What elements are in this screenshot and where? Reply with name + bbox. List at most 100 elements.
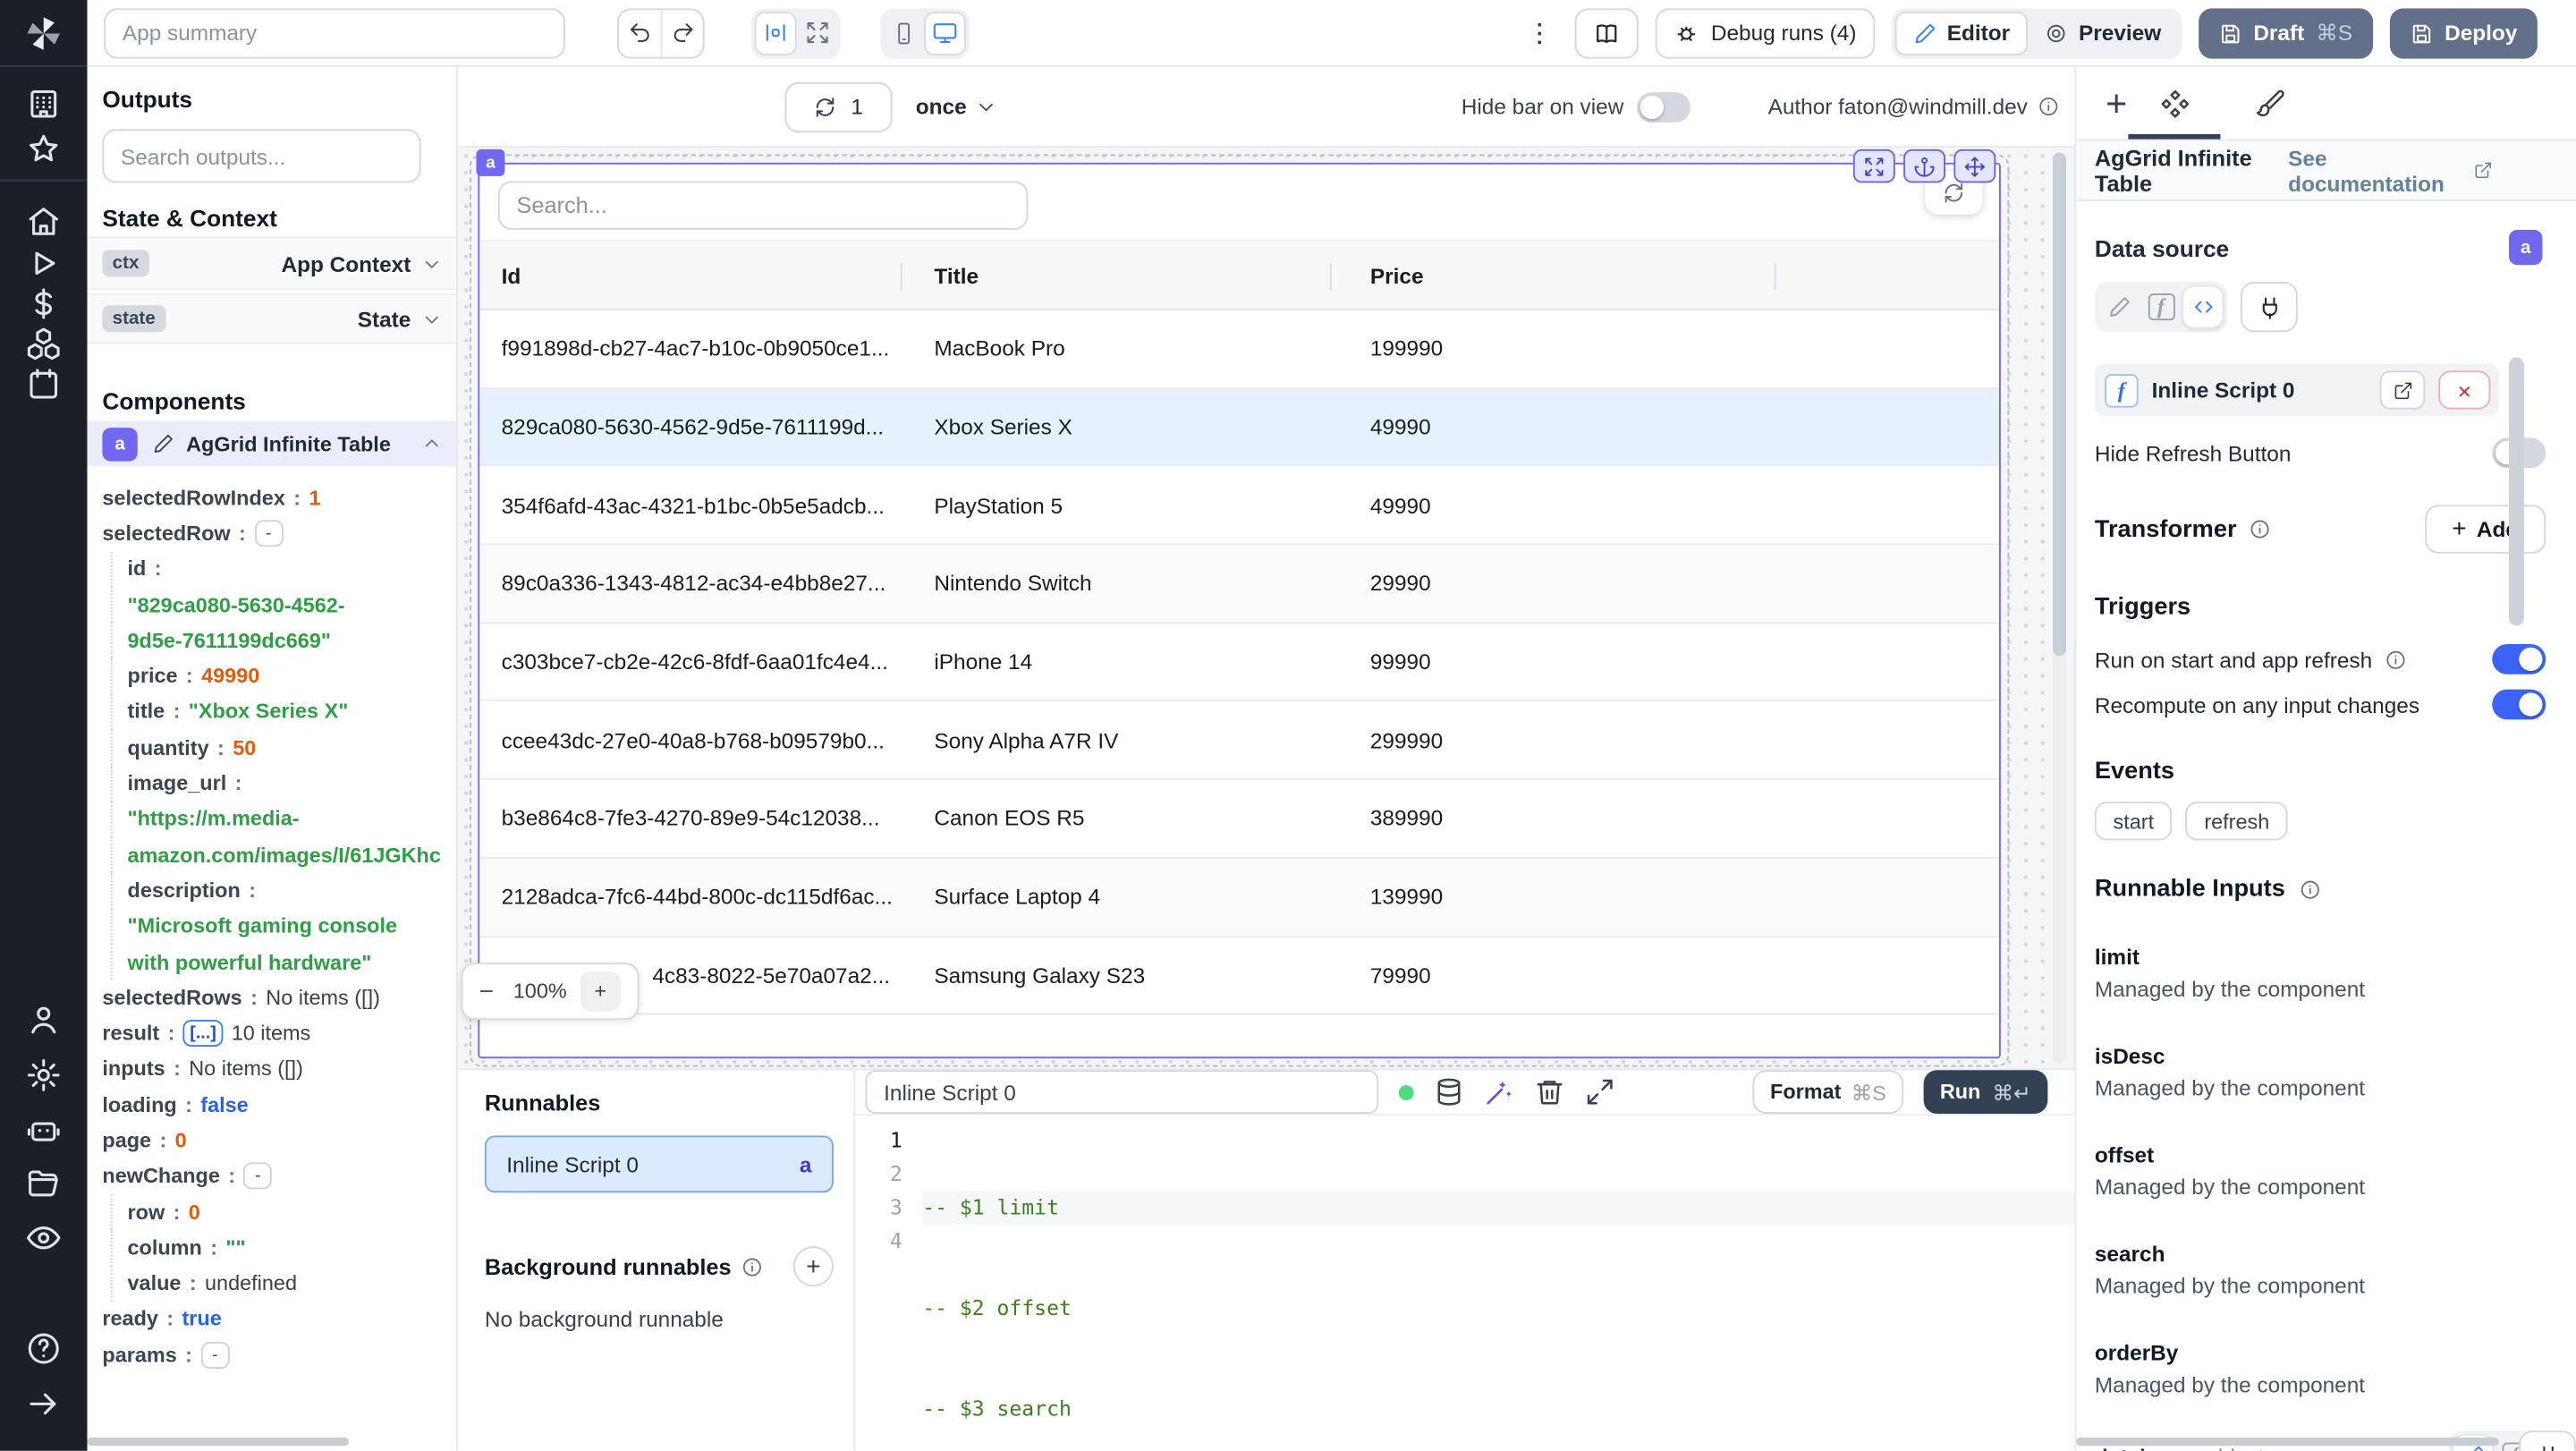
table-row[interactable]: 354f6afd-43ac-4321-b1bc-0b5e5adcb... Pla… [479,466,1999,546]
component-outputs-row[interactable]: a AgGrid Infinite Table [87,420,456,467]
tab-insert-plus[interactable]: + [2083,67,2150,141]
output-prop-row[interactable]: loading : false [102,1087,456,1123]
docs-book-button[interactable] [1575,7,1640,58]
output-prop-row[interactable]: page : 0 [102,1123,456,1158]
info-icon[interactable] [2384,649,2405,670]
output-prop-row[interactable]: selectedRow : - [102,515,456,551]
prop-expand-chip[interactable]: - [254,520,284,547]
deploy-button[interactable]: Deploy [2389,7,2538,58]
prop-expand-chip[interactable]: - [200,1341,230,1369]
tab-editor[interactable]: Editor [1894,11,2029,55]
debug-runs-button[interactable]: Debug runs (4) [1656,7,1876,58]
zoom-in-button[interactable]: + [580,971,621,1012]
script-name-input[interactable] [865,1070,1379,1114]
zoom-out-button[interactable]: − [473,977,500,1006]
recompute-toggle[interactable] [2492,689,2546,720]
output-prop-row[interactable]: amazon.com/images/I/61JGKhc [110,836,456,873]
table-row[interactable]: 829ca080-5630-4562-9d5e-7611199d... Xbox… [479,388,1999,467]
runnable-item-inline-script-0[interactable]: Inline Script 0 a [484,1135,834,1193]
favorites-star-icon[interactable] [25,131,62,167]
more-options-kebab-icon[interactable] [1525,18,1555,48]
table-row[interactable]: c303bce7-cb2e-42c6-8fdf-6aa01fc4e4... iP… [479,624,1999,702]
output-prop-row[interactable]: title : "Xbox Series X" [110,693,456,730]
table-search-input[interactable] [497,181,1029,230]
prop-expand-chip[interactable]: [...] [182,1020,224,1048]
windmill-logo-icon[interactable] [21,12,65,55]
column-header-price[interactable]: Price [1332,242,1776,309]
info-icon[interactable] [2249,518,2270,539]
output-prop-row[interactable]: price : 49990 [110,658,456,694]
settings-vertical-scrollbar[interactable] [2509,357,2524,626]
output-prop-row[interactable]: "https://m.media- [110,801,456,837]
format-button[interactable]: Format ⌘S [1753,1070,1903,1114]
open-script-external-button[interactable] [2379,370,2426,410]
output-prop-row[interactable]: selectedRowIndex : 1 [102,479,456,515]
output-prop-row[interactable]: newChange : - [102,1158,456,1194]
table-row[interactable]: f991898d-cb27-4ac7-b10c-0b9050ce1... Mac… [479,310,1999,389]
sql-code-editor[interactable]: 1234 -- $1 limit -- $2 offset -- $3 sear… [855,1115,2075,1451]
table-row[interactable]: b3e864c8-7fe3-4270-89e9-54c12038... Cano… [479,780,1999,859]
center-viewport-button[interactable] [754,11,797,55]
collapse-arrow-icon[interactable] [25,1386,62,1422]
info-icon[interactable] [2038,96,2059,117]
anchor-component-button[interactable] [1903,148,1945,183]
connect-plug-button[interactable] [2519,1430,2576,1451]
run-button[interactable]: Run ⌘↵ [1923,1070,2048,1114]
account-person-icon[interactable] [25,1001,62,1038]
desktop-view-button[interactable] [924,11,966,55]
schedules-calendar-icon[interactable] [25,366,62,403]
help-icon[interactable] [25,1330,62,1367]
expand-viewport-button[interactable] [797,11,837,55]
mobile-view-button[interactable] [884,11,924,55]
search-outputs-input[interactable] [102,129,421,183]
draft-button[interactable]: Draft ⌘S [2198,7,2373,58]
connect-plug-button[interactable] [2241,282,2298,333]
add-background-runnable-button[interactable]: + [792,1246,834,1287]
database-icon[interactable] [1434,1077,1464,1107]
output-prop-row[interactable]: column : "" [110,1229,456,1266]
settings-horizontal-scrollbar[interactable] [2076,1437,2499,1447]
tab-component-settings[interactable] [2141,67,2208,141]
static-pencil-button[interactable] [2098,285,2140,329]
undo-button[interactable] [619,9,661,56]
redo-button[interactable] [660,9,703,56]
canvas-vertical-scrollbar[interactable] [2053,152,2066,1064]
folders-icon[interactable] [25,1166,62,1202]
output-prop-row[interactable]: row : 0 [110,1193,456,1230]
workspace-icon[interactable] [25,86,62,123]
run-on-start-toggle[interactable] [2492,644,2546,675]
output-prop-row[interactable]: params : - [102,1337,456,1373]
variables-dollar-icon[interactable] [25,285,62,322]
pencil-icon[interactable] [153,433,174,454]
output-prop-row[interactable]: "829ca080-5630-4562- [110,587,456,623]
output-prop-row[interactable]: inputs : No items ([]) [102,1051,456,1087]
remove-script-button[interactable]: × [2438,370,2491,410]
column-header-id[interactable]: Id [479,242,902,309]
prop-expand-chip[interactable]: - [243,1162,273,1190]
output-prop-row[interactable]: ready : true [102,1302,456,1337]
fx-expression-button[interactable]: f [2140,285,2182,329]
outputs-horizontal-scrollbar[interactable] [87,1437,349,1447]
move-component-button[interactable] [1953,148,1996,183]
audit-eye-icon[interactable] [25,1219,62,1256]
output-prop-row[interactable]: with powerful hardware" [110,944,456,980]
expand-component-button[interactable] [1852,148,1895,183]
add-transformer-button[interactable]: + Add [2425,505,2546,554]
ctx-row[interactable]: ctx App Context [87,236,456,291]
app-summary-input[interactable] [104,7,565,58]
column-header-title[interactable]: Title [902,242,1332,309]
home-icon[interactable] [25,203,62,240]
output-prop-row[interactable]: id : [110,551,456,588]
output-prop-row[interactable]: image_url : [110,765,456,802]
tab-preview[interactable]: Preview [2029,11,2178,55]
settings-gear-icon[interactable] [25,1056,62,1093]
resources-boxes-icon[interactable] [25,326,62,362]
event-refresh-pill[interactable]: refresh [2185,802,2288,841]
output-prop-row[interactable]: "Microsoft gaming console [110,908,456,945]
event-start-pill[interactable]: start [2094,802,2173,841]
expand-editor-icon[interactable] [1585,1077,1615,1107]
output-prop-row[interactable]: result : [...] 10 items [102,1015,456,1051]
code-mode-button[interactable] [2182,284,2224,329]
output-prop-row[interactable]: quantity : 50 [110,729,456,766]
runs-play-icon[interactable] [25,245,62,282]
